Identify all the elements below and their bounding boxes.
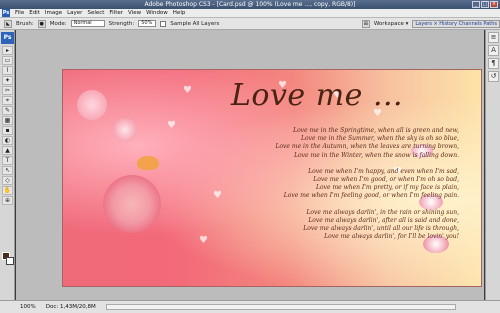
shape-tool-icon[interactable]: ◇	[2, 176, 13, 185]
stanza-3: Love me always darlin', in the rain or s…	[189, 209, 459, 242]
heart-icon: ♥	[167, 120, 176, 131]
strength-label: Strength:	[108, 20, 135, 27]
photoshop-logo: Ps	[2, 9, 10, 17]
stanza-2: Love me when I'm happy, and even when I'…	[189, 168, 459, 201]
menu-window[interactable]: Window	[146, 10, 168, 16]
poem-line: Love me when I'm happy, and even when I'…	[308, 167, 459, 175]
type-tool-icon[interactable]: T	[2, 156, 13, 165]
poem-line: Love me in the Summer, when the sky is o…	[301, 135, 459, 143]
menu-layer[interactable]: Layer	[67, 10, 82, 16]
panel-dock: ≡ A ¶ ↺	[485, 30, 500, 300]
zoom-level[interactable]: 100%	[20, 304, 36, 310]
options-bar: ◣ Brush: ● Mode: Normal Strength: 50% Sa…	[0, 18, 500, 30]
poem-line: Love me in the Winter, when the snow is …	[294, 151, 459, 159]
photoshop-logo-icon: Ps	[1, 32, 14, 44]
brush-label: Brush:	[16, 20, 34, 27]
status-bar: 100% Doc: 1,43M/20,8M	[0, 300, 500, 313]
poem-line: Love me always darlin', in the rain or s…	[306, 208, 459, 216]
menu-filter[interactable]: Filter	[109, 10, 123, 16]
document-canvas[interactable]: ♥ ♥ ♥ ♥ ♥ ♥ ♥ ♥ Love me ... Love me in t…	[62, 69, 482, 287]
dodge-tool-icon[interactable]: ◐	[2, 136, 13, 145]
character-panel-icon[interactable]: A	[488, 45, 499, 56]
stanza-1: Love me in the Springtime, when all is g…	[189, 127, 459, 160]
menu-view[interactable]: View	[128, 10, 141, 16]
butterfly-image	[137, 156, 159, 170]
poem-line: Love me always darlin', after all is sai…	[308, 216, 459, 224]
path-select-tool-icon[interactable]: ↖	[2, 166, 13, 175]
mode-select[interactable]: Normal	[70, 20, 105, 27]
menu-help[interactable]: Help	[173, 10, 186, 16]
lasso-tool-icon[interactable]: ⌇	[2, 66, 13, 75]
strength-input[interactable]: 50%	[138, 20, 157, 27]
minimize-button[interactable]: _	[472, 1, 480, 8]
poem-text: Love me in the Springtime, when all is g…	[189, 127, 459, 286]
horizontal-scrollbar[interactable]	[105, 304, 456, 310]
window-controls: _ □ ×	[472, 1, 498, 8]
workspace-menu[interactable]: Workspace ▾	[374, 21, 409, 27]
maximize-button[interactable]: □	[481, 1, 489, 8]
panel-tabs[interactable]: Layers × History Channels Paths	[412, 19, 500, 28]
eraser-tool-icon[interactable]: ▪	[2, 126, 13, 135]
hand-tool-icon[interactable]: ✋	[2, 186, 13, 195]
move-tool-icon[interactable]: ▸	[2, 46, 13, 55]
background-color-swatch[interactable]	[6, 257, 14, 265]
blossom-image	[113, 118, 137, 142]
menu-bar: Ps File Edit Image Layer Select Filter V…	[0, 9, 500, 18]
toolbox: Ps ▸ ▭ ⌇ ✦ ✂ ⌖ ✎ ▦ ▪ ◐ ▲ T ↖ ◇ ✋ ⊕	[0, 30, 15, 300]
menu-edit[interactable]: Edit	[29, 10, 40, 16]
poem-line: Love me in the Springtime, when all is g…	[293, 127, 459, 134]
zoom-tool-icon[interactable]: ⊕	[2, 196, 13, 205]
history-panel-icon[interactable]: ↺	[488, 71, 499, 82]
sample-all-layers-checkbox[interactable]	[160, 20, 167, 27]
doc-size[interactable]: Doc: 1,43M/20,8M	[46, 304, 96, 310]
blossom-image	[77, 90, 107, 120]
tools-panel-icon[interactable]: ≡	[488, 32, 499, 43]
marquee-tool-icon[interactable]: ▭	[2, 56, 13, 65]
menu-select[interactable]: Select	[87, 10, 104, 16]
window-title: Adobe Photoshop CS3 - [Card.psd @ 100% (…	[144, 1, 356, 8]
paragraph-panel-icon[interactable]: ¶	[488, 58, 499, 69]
poem-line: Love me when I'm good, or when I'm oh so…	[313, 176, 459, 184]
menu-image[interactable]: Image	[45, 10, 62, 16]
mode-label: Mode:	[49, 20, 67, 27]
tool-preset-button[interactable]: ◣	[4, 19, 12, 28]
workspace-area: ⊞ Workspace ▾ Layers × History Channels …	[361, 19, 500, 28]
poem-title: Love me ...	[231, 78, 404, 113]
poem-line: Love me when I'm pretty, or if my face i…	[316, 184, 459, 192]
color-swatches[interactable]	[2, 252, 14, 268]
heart-icon: ♥	[183, 85, 192, 96]
brush-tool-icon[interactable]: ✎	[2, 106, 13, 115]
canvas-area: ♥ ♥ ♥ ♥ ♥ ♥ ♥ ♥ Love me ... Love me in t…	[16, 30, 484, 300]
poem-line: Love me in the Autumn, when the leaves a…	[275, 143, 459, 151]
sample-all-layers-label: Sample All Layers	[170, 20, 220, 27]
poem-line: Love me when I'm feeling good, or when I…	[283, 192, 459, 200]
slice-tool-icon[interactable]: ⌖	[2, 96, 13, 105]
pen-tool-icon[interactable]: ▲	[2, 146, 13, 155]
crop-tool-icon[interactable]: ✂	[2, 86, 13, 95]
menu-file[interactable]: File	[15, 10, 24, 16]
workspace-toggle-icon[interactable]: ⊞	[361, 19, 370, 28]
close-button[interactable]: ×	[490, 1, 498, 8]
poem-line: Love me always darlin', until all our li…	[303, 225, 459, 233]
magic-wand-tool-icon[interactable]: ✦	[2, 76, 13, 85]
brush-picker[interactable]: ●	[37, 19, 46, 28]
poem-line: Love me always darlin', for I'll be lovi…	[324, 233, 459, 241]
window-title-bar: Adobe Photoshop CS3 - [Card.psd @ 100% (…	[0, 0, 500, 9]
rose-image	[103, 175, 161, 233]
stamp-tool-icon[interactable]: ▦	[2, 116, 13, 125]
